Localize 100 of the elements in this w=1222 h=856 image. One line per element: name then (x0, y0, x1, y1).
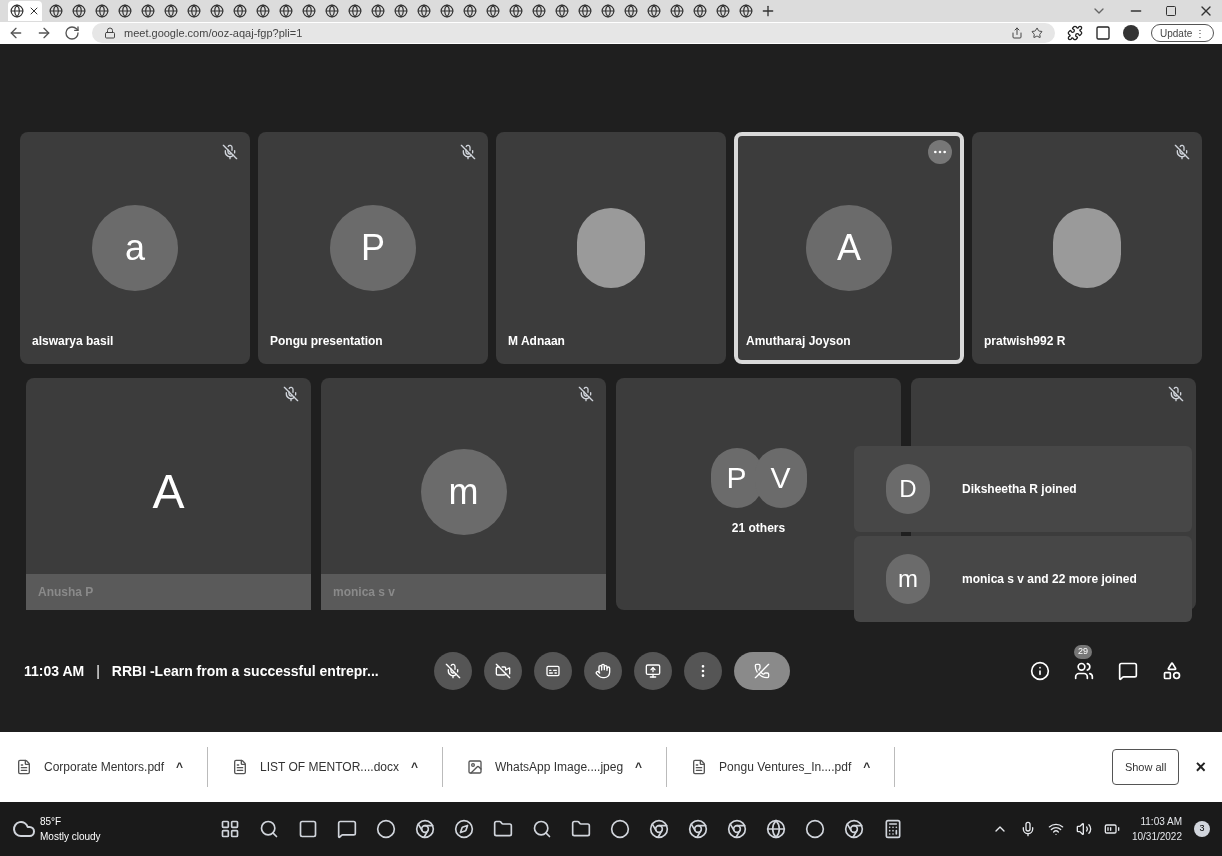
clock-date[interactable]: 10/31/2022 (1131, 829, 1182, 844)
close-button[interactable]: × (1195, 753, 1206, 781)
avatar: A (806, 205, 892, 291)
file-icon (691, 759, 708, 775)
favicon-icon (555, 4, 569, 18)
download-item[interactable]: WhatsApp Image....jpeg ^ (467, 747, 668, 787)
show-all-button[interactable]: Show all (1111, 749, 1180, 785)
microphone-button[interactable] (434, 652, 472, 690)
caret[interactable]: ^ (176, 758, 184, 776)
share-icon[interactable] (1010, 27, 1023, 39)
separator: | (96, 662, 100, 681)
browser-tab[interactable] (8, 1, 42, 21)
file-icon (16, 759, 32, 775)
caret[interactable]: ^ (863, 758, 871, 776)
notification-text: monica s v and 22 more joined (962, 571, 1137, 587)
avatar: m (886, 554, 930, 604)
browser-icon[interactable] (688, 819, 708, 839)
search-icon[interactable] (259, 819, 279, 839)
favicon-icon (10, 4, 24, 18)
avatar-letter: A (152, 468, 185, 516)
caret[interactable]: ^ (411, 758, 418, 776)
meeting-title: RRBI -Learn from a successful entrepr... (111, 662, 379, 681)
mic-off-icon (445, 663, 461, 679)
side-panel-icon[interactable] (1094, 25, 1111, 41)
browser-icon[interactable] (415, 819, 435, 839)
favicon-icon (693, 4, 707, 18)
present-button[interactable] (634, 652, 672, 690)
phone-icon (754, 663, 770, 679)
captions-button[interactable] (534, 652, 572, 690)
avatar: a (92, 205, 178, 291)
forward-icon[interactable] (36, 25, 52, 41)
camera-button[interactable] (484, 652, 522, 690)
file-icon (467, 759, 483, 775)
activities-icon[interactable] (1162, 661, 1182, 681)
leave-call-button[interactable] (734, 652, 790, 690)
people-icon[interactable] (1074, 661, 1094, 681)
favicon-icon (118, 4, 132, 18)
favicon-icon (624, 4, 638, 18)
maximize-icon[interactable] (1165, 5, 1177, 17)
calculator-icon[interactable] (883, 819, 903, 839)
clock-time[interactable]: 11:03 AM (1140, 814, 1182, 829)
start-icon[interactable] (220, 819, 240, 839)
file-name: Corporate Mentors.pdf (44, 759, 165, 776)
captions-icon (545, 663, 561, 679)
profile-avatar[interactable] (1122, 25, 1139, 41)
chat-icon[interactable] (337, 819, 357, 839)
caret[interactable]: ^ (635, 758, 643, 776)
browser-icon[interactable] (727, 819, 747, 839)
back-icon[interactable] (8, 25, 24, 41)
favicon-icon (95, 4, 109, 18)
search-app-icon[interactable] (532, 819, 552, 839)
avatar: P (330, 205, 416, 291)
favicon-icon (164, 4, 178, 18)
browser-icon[interactable] (844, 819, 864, 839)
extensions-icon[interactable] (1066, 25, 1083, 41)
volume-icon[interactable] (1075, 821, 1092, 837)
favicon-icon (532, 4, 546, 18)
download-item[interactable]: Corporate Mentors.pdf ^ (16, 747, 209, 787)
favicon-icon (302, 4, 316, 18)
favicon-icon (72, 4, 86, 18)
favicon-icon (578, 4, 592, 18)
file-icon (232, 759, 249, 775)
address-bar[interactable]: meet.google.com/ooz-aqaj-fgp?pli=1 (92, 23, 1055, 43)
raise-hand-button[interactable] (584, 652, 622, 690)
file-name: Pongu Ventures_In....pdf (719, 759, 852, 776)
file-name: WhatsApp Image....jpeg (495, 759, 624, 776)
temperature: 85°F (40, 815, 63, 829)
favicon-icon (210, 4, 224, 18)
reload-icon[interactable] (64, 25, 80, 41)
browser-icon[interactable] (649, 819, 669, 839)
circle-app-icon[interactable] (376, 819, 396, 839)
participant-name: pratwish992 R (984, 334, 1066, 348)
favicon-icon (463, 4, 477, 18)
download-item[interactable]: LIST OF MENTOR....docx ^ (232, 747, 443, 787)
favicon-icon (647, 4, 661, 18)
favicon-icon (279, 4, 293, 18)
favicon-icon (371, 4, 385, 18)
participant-count-badge: 29 (1074, 645, 1092, 659)
meeting-time: 11:03 AM (24, 662, 85, 681)
favicon-icon (601, 4, 615, 18)
wifi-icon[interactable] (1047, 821, 1064, 837)
favicon-icon (739, 4, 753, 18)
notification-badge[interactable]: 3 (1194, 821, 1210, 837)
media-icon[interactable] (610, 819, 630, 839)
app-icon[interactable] (805, 819, 825, 839)
avatar: m (420, 449, 507, 535)
battery-icon[interactable] (1103, 821, 1120, 837)
favicon-icon (394, 4, 408, 18)
lock-icon[interactable] (104, 27, 116, 39)
star-icon[interactable] (1030, 27, 1043, 39)
favicon-icon (417, 4, 431, 18)
new-tab-icon[interactable] (760, 3, 776, 19)
download-item[interactable]: Pongu Ventures_In....pdf ^ (691, 747, 896, 787)
favicon-icon (670, 4, 684, 18)
present-icon (645, 663, 661, 679)
favicon-icon (716, 4, 730, 18)
info-icon[interactable] (1030, 661, 1050, 681)
folder-icon[interactable] (571, 819, 591, 839)
more-options-button[interactable] (928, 140, 952, 164)
task-view-icon[interactable] (298, 819, 318, 839)
